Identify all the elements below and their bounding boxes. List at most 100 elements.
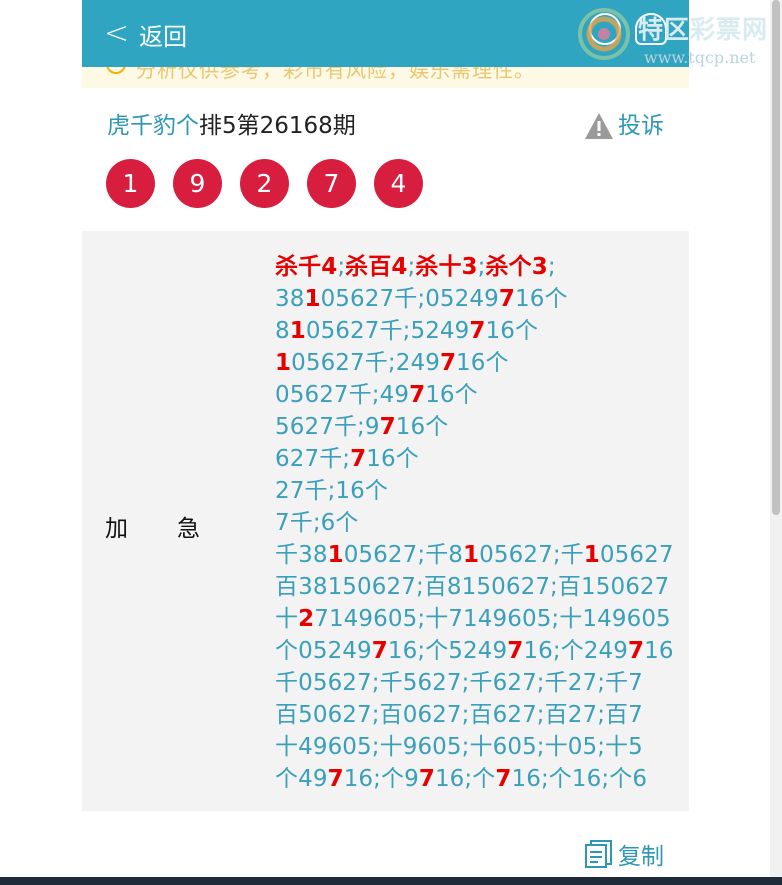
taskbar — [0, 877, 782, 885]
prediction-line: 十27149605;十7149605;十149605 — [275, 603, 685, 635]
highlight-text: 杀十3 — [415, 254, 478, 280]
highlight-text: 7 — [350, 446, 367, 472]
highlight-text: 7 — [409, 382, 426, 408]
line-text: 16;个16;个6 — [511, 766, 648, 792]
highlight-text: 7 — [379, 414, 396, 440]
highlight-text: 7 — [498, 286, 515, 312]
highlight-text: 1 — [304, 286, 321, 312]
result-ball: 1 — [106, 159, 155, 208]
line-text: 05627千;05249 — [320, 286, 499, 312]
copy-icon — [585, 840, 612, 868]
result-balls: 1 9 2 7 4 — [106, 159, 423, 208]
result-ball: 9 — [173, 159, 222, 208]
line-text: 16个 — [514, 286, 568, 312]
prediction-line: 千38105627;千8105627;千105627 — [275, 539, 685, 571]
page: 分析仅供参考，彩市有风险，娱乐需理性。 < 返回 虎千豹个排5第26168期 投… — [82, 0, 689, 885]
title-row: 虎千豹个排5第26168期 投诉 — [107, 110, 664, 142]
chevron-left-icon: < — [104, 16, 130, 51]
line-text: 05627;千 — [479, 542, 584, 568]
prediction-lines: 杀千4;杀百4;杀十3;杀个3; 38105627千;05249716个 81056… — [275, 251, 685, 795]
row-label: 加急 — [105, 516, 249, 542]
prediction-line: 个49716;个9716;个716;个16;个6 — [275, 763, 685, 795]
highlight-text: 7 — [327, 766, 344, 792]
back-label: 返回 — [139, 22, 188, 51]
prediction-line: 杀千4;杀百4;杀十3;杀个3; — [275, 251, 685, 283]
line-text: 16;个249 — [523, 638, 628, 664]
line-text: 05627千;49 — [275, 382, 410, 408]
prediction-line: 5627千;9716个 — [275, 411, 685, 443]
highlight-text: 7 — [418, 766, 435, 792]
line-text: 千38 — [275, 542, 328, 568]
top-icons — [589, 13, 667, 45]
line-text: 个49 — [275, 766, 328, 792]
line-text: 27千;16个 — [275, 478, 388, 504]
highlight-text: 2 — [298, 606, 315, 632]
line-text: 16个 — [456, 350, 509, 376]
line-text: 7千;6个 — [275, 510, 359, 536]
content-panel: 加急 杀千4;杀百4;杀十3;杀个3; 38105627千;05249716个 81… — [82, 231, 689, 811]
prediction-line: 十49605;十9605;十605;十05;十5 — [275, 731, 685, 763]
line-text: 05627千;249 — [291, 350, 440, 376]
highlight-text: 杀百4 — [345, 254, 408, 280]
line-text: 05627千;5249 — [305, 318, 470, 344]
user-icon[interactable] — [635, 13, 667, 45]
highlight-text: 7 — [371, 638, 388, 664]
highlight-text: 1 — [275, 350, 292, 376]
copy-label: 复制 — [618, 844, 664, 870]
line-text: 16;个9 — [343, 766, 419, 792]
line-text: 05627 — [599, 542, 674, 568]
line-text: 8 — [275, 318, 290, 344]
warning-icon — [585, 113, 613, 139]
scrollbar[interactable] — [770, 0, 782, 885]
highlight-text: 1 — [583, 542, 600, 568]
prediction-line: 7千;6个 — [275, 507, 685, 539]
line-text: 16个 — [425, 382, 478, 408]
line-text: 千05627;千5627;千627;千27;千7 — [275, 670, 643, 696]
prediction-line: 27千;16个 — [275, 475, 685, 507]
highlight-text: 7 — [439, 350, 457, 376]
prediction-line: 个05249716;个5249716;个249716 — [275, 635, 685, 667]
result-ball: 2 — [240, 159, 289, 208]
line-text: 16个 — [485, 318, 539, 344]
highlight-text: 7 — [469, 318, 486, 344]
prediction-line: 38105627千;05249716个 — [275, 283, 685, 315]
line-text: 05627;千8 — [343, 542, 464, 568]
complain-button[interactable]: 投诉 — [584, 110, 664, 142]
scrollbar-thumb[interactable] — [772, 0, 780, 515]
line-text: 7149605;十7149605;十149605 — [314, 606, 671, 632]
prediction-line: 千05627;千5627;千627;千27;千7 — [275, 667, 685, 699]
top-bar: < 返回 — [82, 0, 689, 67]
prediction-line: 百50627;百0627;百627;百27;百7 — [275, 699, 685, 731]
line-text: 百50627;百0627;百627;百27;百7 — [275, 702, 643, 728]
post-title: 虎千豹个排5第26168期 — [107, 110, 664, 142]
highlight-text: 1 — [289, 318, 306, 344]
prediction-line: 105627千;249716个 — [275, 347, 685, 379]
line-text: 16个 — [366, 446, 419, 472]
refresh-icon[interactable] — [589, 13, 621, 45]
author-link[interactable]: 虎千豹个 — [107, 113, 199, 139]
line-text: 16个 — [395, 414, 449, 440]
line-text: 38 — [275, 286, 305, 312]
copy-button[interactable]: 复制 — [584, 837, 664, 871]
line-text: 个05249 — [275, 638, 372, 664]
prediction-line: 05627千;49716个 — [275, 379, 685, 411]
highlight-text: 7 — [627, 638, 645, 664]
line-text: 十 — [275, 606, 299, 632]
line-text: 百38150627;百8150627;百150627 — [275, 574, 670, 600]
complain-label: 投诉 — [618, 113, 664, 139]
issue-label: 排5第26168期 — [199, 113, 356, 139]
line-text: 5627千;9 — [275, 414, 380, 440]
prediction-line: 8105627千;5249716个 — [275, 315, 685, 347]
prediction-line: 627千;716个 — [275, 443, 685, 475]
line-text: ; — [547, 254, 556, 280]
highlight-text: 杀千4 — [275, 254, 338, 280]
highlight-text: 1 — [463, 542, 480, 568]
line-text: 16;个5249 — [387, 638, 508, 664]
line-text: 16;个 — [434, 766, 496, 792]
line-text: ; — [337, 254, 346, 280]
line-text: ; — [477, 254, 486, 280]
prediction-line: 百38150627;百8150627;百150627 — [275, 571, 685, 603]
result-ball: 4 — [374, 159, 423, 208]
back-button[interactable]: < 返回 — [104, 14, 187, 54]
highlight-text: 7 — [495, 766, 512, 792]
